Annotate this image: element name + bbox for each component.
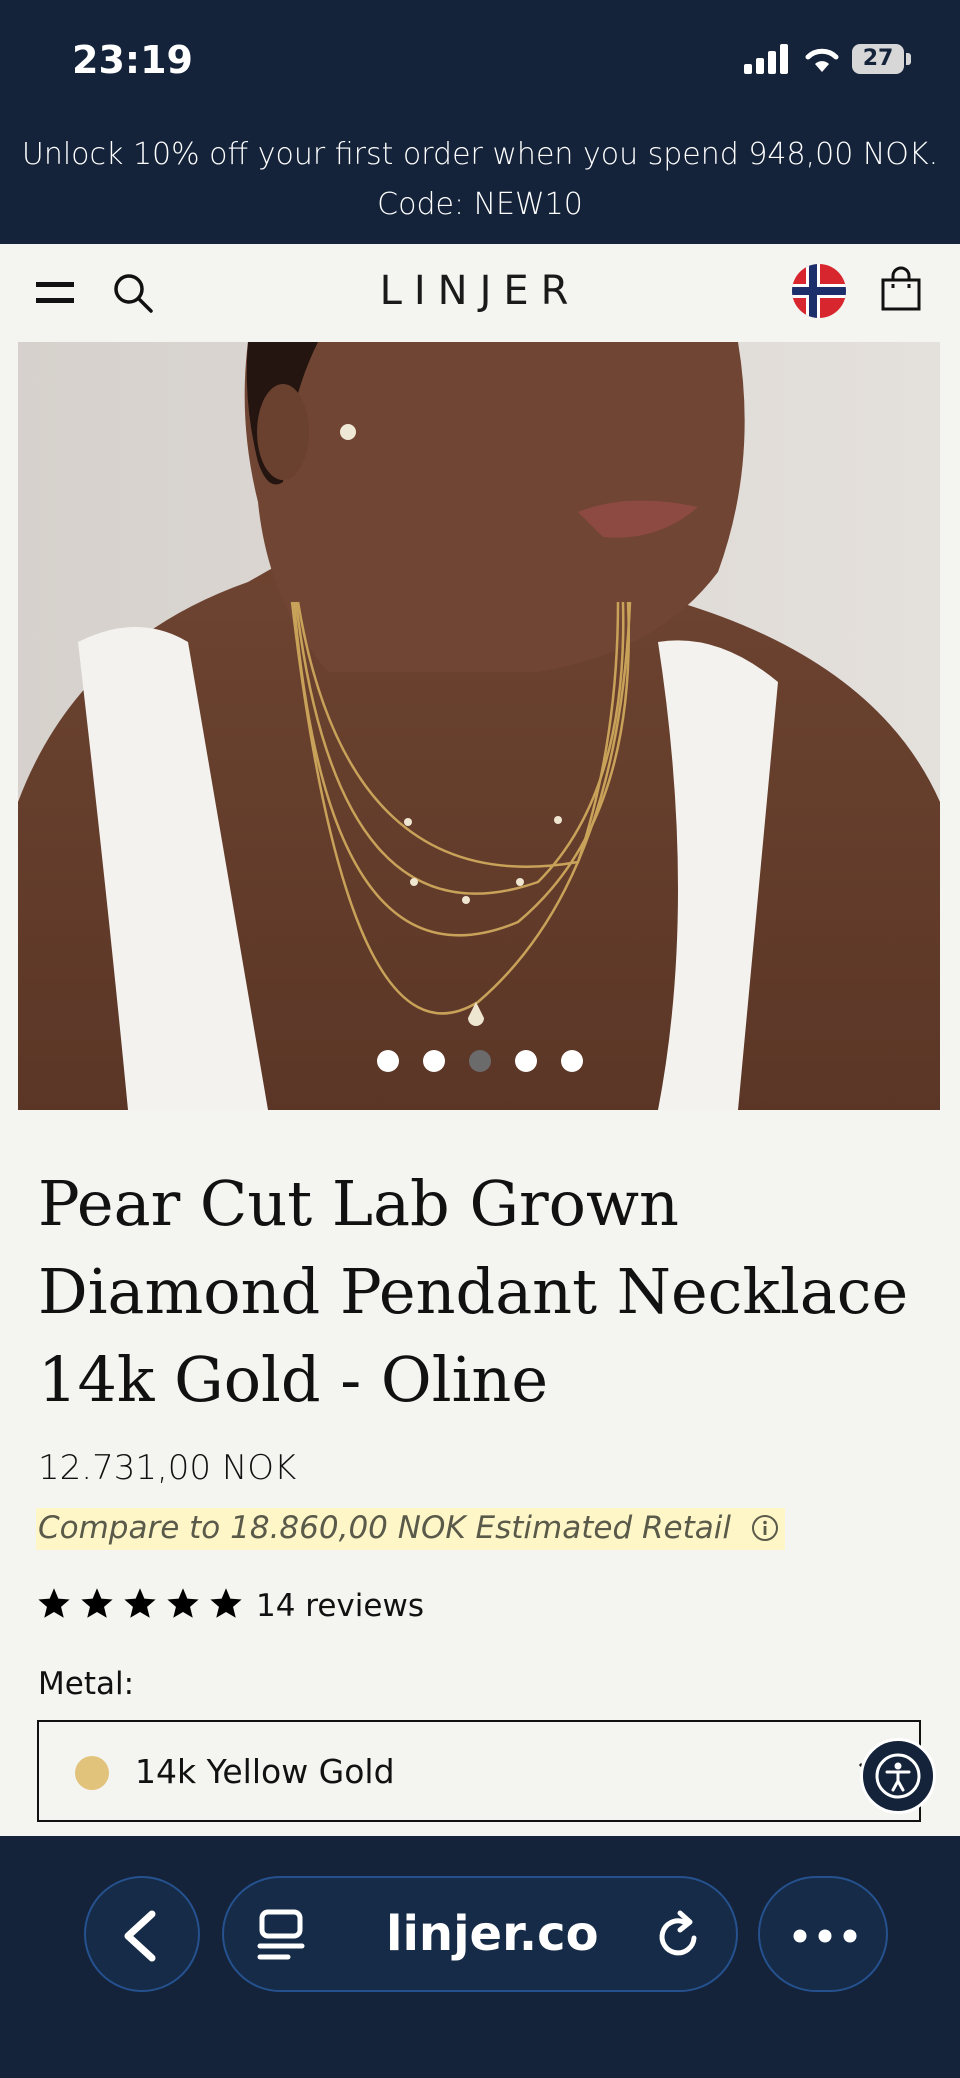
product-title: Pear Cut Lab Grown Diamond Pendant Neckl…	[38, 1160, 918, 1424]
info-icon[interactable]	[751, 1514, 779, 1542]
carousel-dot[interactable]	[561, 1050, 583, 1072]
search-icon[interactable]	[112, 272, 154, 314]
carousel-dot[interactable]	[377, 1050, 399, 1072]
carousel-dot[interactable]	[423, 1050, 445, 1072]
star-icon	[124, 1588, 156, 1618]
product-title-line: Diamond Pendant Necklace	[38, 1255, 909, 1328]
status-time: 23:19	[72, 38, 193, 82]
rating-stars[interactable]	[36, 1586, 251, 1626]
star-icon	[210, 1588, 242, 1618]
carousel-dot-active[interactable]	[469, 1050, 491, 1072]
accessibility-button[interactable]	[860, 1738, 936, 1814]
more-dots-icon	[793, 1929, 857, 1943]
shopping-bag-icon[interactable]	[880, 266, 922, 312]
wifi-icon	[805, 48, 839, 72]
metal-swatch	[75, 1756, 109, 1790]
compare-price-text: Compare to 18.860,00 NOK Estimated Retai…	[38, 1510, 731, 1546]
metal-label: Metal:	[38, 1666, 135, 1702]
site-logo[interactable]: LINJER	[340, 268, 620, 314]
image-carousel-dots	[0, 1050, 960, 1077]
promo-line-2: Code: NEW10	[377, 187, 583, 222]
product-title-line: Pear Cut Lab Grown	[38, 1167, 679, 1240]
reviews-link[interactable]: 14 reviews	[256, 1588, 424, 1624]
accessibility-icon	[875, 1753, 921, 1799]
compare-price[interactable]: Compare to 18.860,00 NOK Estimated Retai…	[36, 1508, 785, 1550]
battery-level: 27	[862, 46, 894, 71]
reload-icon[interactable]	[654, 1908, 706, 1962]
signal-bars-icon	[744, 44, 788, 74]
more-button[interactable]	[758, 1876, 888, 1992]
tabs-icon[interactable]	[256, 1908, 306, 1962]
url-text: linjer.co	[386, 1906, 599, 1962]
carousel-dot[interactable]	[515, 1050, 537, 1072]
star-icon	[38, 1588, 70, 1618]
star-icon	[167, 1588, 199, 1618]
product-photo-illustration	[18, 342, 940, 1110]
norway-flag-icon[interactable]	[792, 264, 846, 318]
product-title-line: 14k Gold - Oline	[38, 1343, 549, 1416]
metal-selected-value: 14k Yellow Gold	[135, 1752, 395, 1791]
star-icon	[81, 1588, 113, 1618]
back-button[interactable]	[84, 1876, 200, 1992]
hamburger-menu-icon[interactable]	[36, 280, 74, 306]
address-bar[interactable]: linjer.co	[222, 1876, 738, 1992]
promo-banner[interactable]: Unlock 10% off your first order when you…	[0, 120, 960, 244]
battery-tip	[906, 53, 911, 65]
back-chevron-icon	[124, 1910, 156, 1962]
promo-line-1: Unlock 10% off your first order when you…	[21, 137, 939, 172]
product-price: 12.731,00 NOK	[38, 1448, 297, 1488]
product-image[interactable]	[18, 342, 940, 1110]
status-bar: 23:19 27	[0, 0, 960, 120]
battery-indicator: 27	[852, 44, 912, 74]
metal-select[interactable]: 14k Yellow Gold	[37, 1720, 921, 1822]
